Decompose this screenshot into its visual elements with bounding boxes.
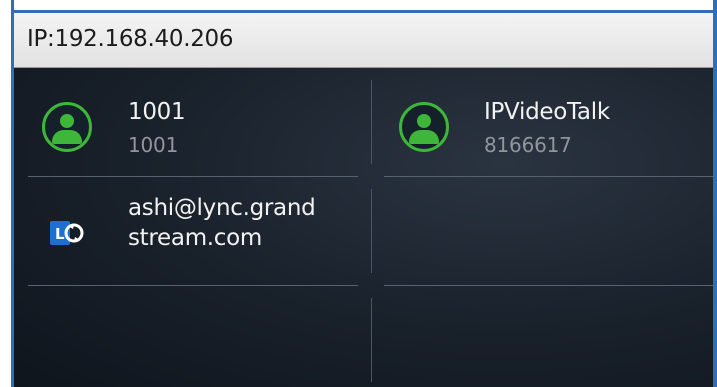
contact-name: IPVideoTalk — [484, 99, 610, 125]
contact-number: 8166617 — [484, 133, 572, 157]
contact-tile-1001[interactable]: 1001 1001 — [14, 68, 371, 176]
contact-tile-ipvideotalk[interactable]: IPVideoTalk 8166617 — [372, 68, 713, 176]
ip-address-label: IP:192.168.40.206 — [27, 26, 234, 52]
person-avatar-icon — [42, 102, 92, 152]
right-border — [713, 0, 717, 387]
phone-screen: IP:192.168.40.206 1001 1001 IPVideoTalk … — [0, 0, 717, 387]
empty-contact-tile — [372, 286, 713, 387]
empty-contact-tile — [372, 177, 713, 285]
person-avatar-icon — [399, 102, 449, 152]
contact-tile-lync[interactable]: L ashi@lync.grand stream.com — [14, 177, 371, 285]
left-border — [0, 0, 14, 387]
contact-number: 1001 — [128, 133, 179, 157]
contact-name: 1001 — [128, 99, 186, 125]
contact-name: ashi@lync.grand stream.com — [128, 195, 316, 251]
svg-text:L: L — [55, 225, 65, 243]
contacts-grid: 1001 1001 IPVideoTalk 8166617 L ashi@lyn… — [14, 68, 713, 387]
empty-contact-tile — [14, 286, 371, 387]
status-title-bar: IP:192.168.40.206 — [14, 13, 713, 68]
lync-icon: L — [50, 221, 84, 245]
